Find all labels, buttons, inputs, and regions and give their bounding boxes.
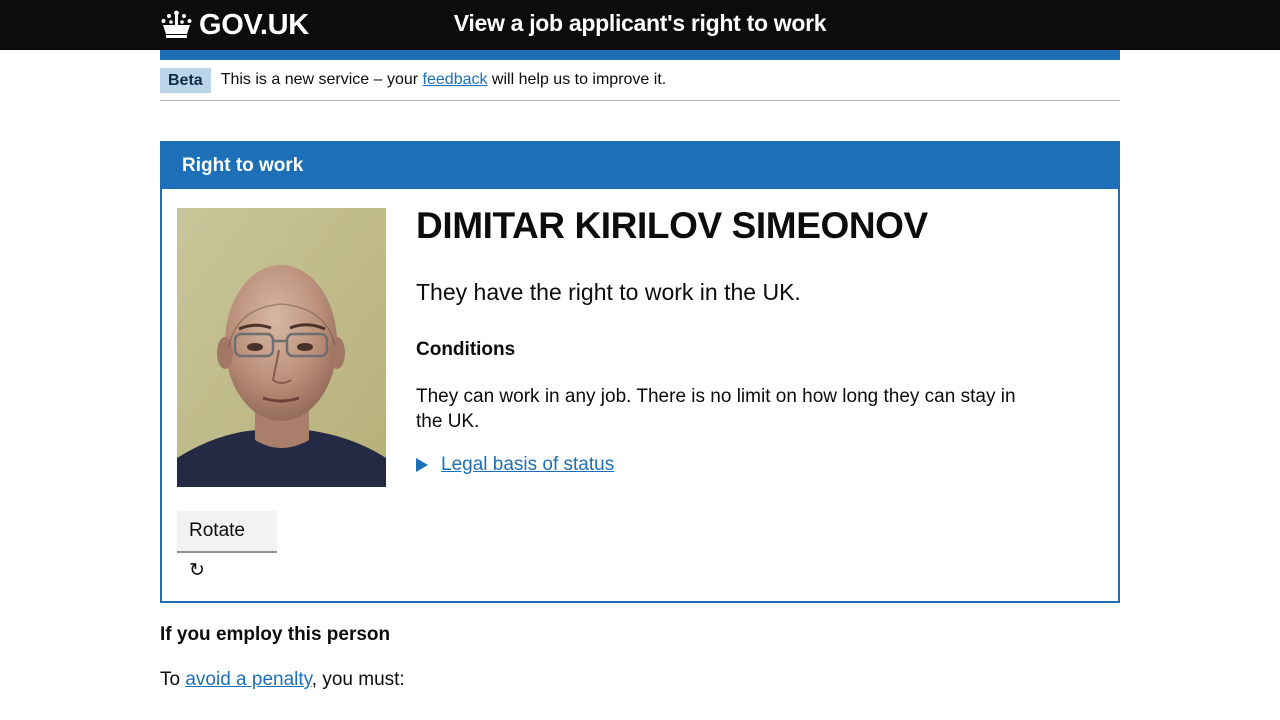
right-to-work-status: They have the right to work in the UK.	[416, 279, 801, 305]
govuk-logo-link[interactable]: GOV.UK	[160, 6, 309, 44]
avoid-penalty-link[interactable]: avoid a penalty	[185, 669, 311, 690]
site-header: GOV.UK View a job applicant's right to w…	[0, 0, 1280, 50]
expand-triangle-icon	[416, 458, 428, 472]
employ-heading: If you employ this person	[160, 624, 391, 645]
person-name: DIMITAR KIRILOV SIMEONOV	[416, 205, 928, 246]
penalty-paragraph: To avoid a penalty, you must:	[160, 669, 405, 691]
conditions-text: They can work in any job. There is no li…	[416, 386, 1016, 432]
applicant-photo-image	[177, 208, 386, 487]
legal-basis-link[interactable]: Legal basis of status	[441, 454, 614, 476]
right-to-work-panel: Right to work Rotate ↻ DIMITAR KIRILOV S…	[160, 141, 1120, 603]
header-stripe	[160, 50, 1120, 60]
crown-icon	[161, 10, 192, 38]
logo-text: GOV.UK	[199, 8, 309, 41]
phase-banner-text: This is a new service – your feedback wi…	[221, 71, 667, 89]
phase-text-before: This is a new service – your	[220, 71, 423, 88]
phase-tag: Beta	[160, 67, 211, 93]
penalty-text-before: To	[160, 669, 186, 690]
legal-basis-details-toggle[interactable]: Legal basis of status	[416, 454, 614, 476]
phase-text-after: will help us to improve it.	[487, 71, 667, 88]
service-name[interactable]: View a job applicant's right to work	[454, 10, 827, 36]
feedback-link[interactable]: feedback	[423, 71, 488, 88]
panel-title: Right to work	[162, 143, 1118, 189]
penalty-text-after: , you must:	[311, 669, 405, 690]
conditions-heading: Conditions	[416, 339, 516, 360]
rotate-button[interactable]: Rotate ↻	[177, 511, 277, 581]
applicant-photo	[177, 208, 386, 487]
phase-banner: Beta This is a new service – your feedba…	[160, 60, 1120, 101]
